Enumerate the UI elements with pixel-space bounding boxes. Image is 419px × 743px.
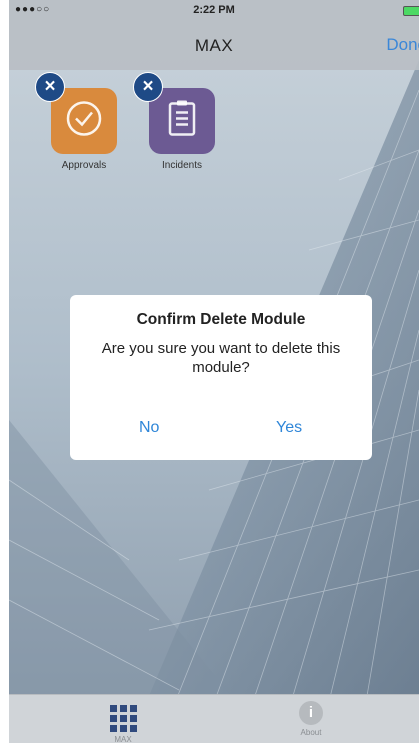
yes-button[interactable]: Yes (276, 419, 302, 437)
module-label: Approvals (61, 160, 107, 171)
dialog-message: Are you sure you want to delete this mod… (101, 340, 341, 376)
remove-incidents-button[interactable]: × (133, 72, 163, 102)
no-button[interactable]: No (139, 419, 159, 437)
module-label: Incidents (161, 160, 203, 171)
status-bar: ●●●○○ 2:22 PM (9, 0, 419, 20)
tab-max[interactable]: MAX (83, 699, 163, 743)
navigation-bar: MAX Done (9, 20, 419, 70)
incidents-tile[interactable]: × (133, 72, 215, 154)
info-icon: i (299, 701, 323, 725)
module-incidents[interactable]: × Incidents (133, 72, 227, 171)
confirm-delete-dialog: Confirm Delete Module Are you sure you w… (70, 295, 372, 460)
app-screen: ●●●○○ 2:22 PM MAX Done × Approvals (9, 0, 419, 743)
dialog-title: Confirm Delete Module (136, 311, 306, 328)
tab-label: About (300, 728, 322, 737)
approvals-tile[interactable]: × (35, 72, 117, 154)
status-time: 2:22 PM (193, 4, 235, 16)
module-approvals[interactable]: × Approvals (35, 72, 129, 171)
tab-label: MAX (114, 735, 132, 743)
tab-about[interactable]: i About (271, 699, 351, 737)
grid-icon (109, 705, 137, 732)
done-button[interactable]: Done (386, 35, 419, 55)
checkmark-circle-icon (65, 100, 103, 143)
clipboard-list-icon (167, 100, 197, 142)
remove-approvals-button[interactable]: × (35, 72, 65, 102)
nav-title: MAX (194, 36, 234, 55)
tab-bar: MAX i About (9, 694, 419, 743)
battery-icon (403, 6, 419, 16)
